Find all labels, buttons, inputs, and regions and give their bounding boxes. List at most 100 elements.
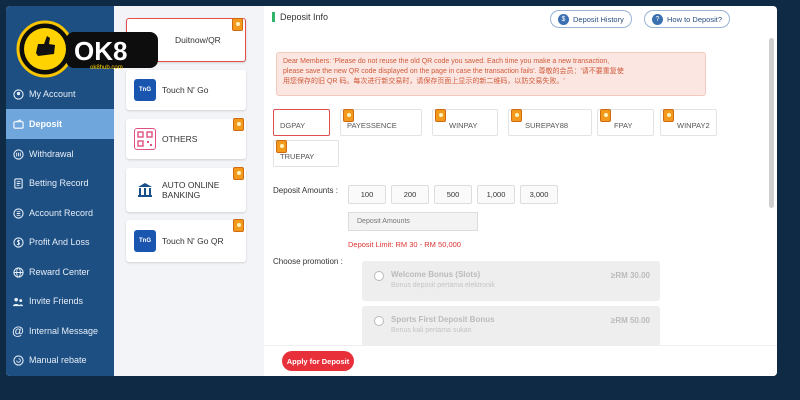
promotion-option-sports-bonus[interactable]: Sports First Deposit Bonus Bonus kali pe… [362, 306, 660, 346]
gateway-truepay[interactable]: TRUEPAY [273, 140, 339, 167]
footer-bar: Apply for Deposit [264, 345, 777, 376]
touch-n-go-logo-icon: TnG [134, 79, 156, 101]
history-icon: $ [558, 13, 569, 25]
sidebar-item-my-account[interactable]: My Account [6, 79, 114, 109]
page-title-text: Deposit Info [280, 12, 329, 22]
sidebar-item-label: Profit And Loss [29, 237, 90, 247]
deposit-info-panel: Deposit Info $ Deposit History ? How to … [264, 6, 777, 376]
gateway-label: PAYESSENCE [347, 121, 397, 130]
bars-icon [12, 148, 24, 160]
sidebar-item-betting-record[interactable]: Betting Record [6, 168, 114, 198]
globe-icon [12, 266, 24, 278]
hot-flag-icon [663, 109, 674, 122]
deposit-history-label: Deposit History [573, 14, 624, 24]
deposit-amount-label: Deposit Amounts : [273, 186, 338, 195]
deposit-amount-input[interactable] [348, 212, 478, 231]
gateway-label: TRUEPAY [280, 152, 315, 161]
promotion-subtitle: Bonus deposit pertama elektronik [391, 282, 495, 289]
hot-flag-icon [343, 109, 354, 122]
promotion-title: Welcome Bonus (Slots) [391, 270, 481, 279]
method-touch-n-go-qr[interactable]: TnG Touch N' Go QR [126, 219, 246, 262]
sidebar-item-invite-friends[interactable]: Invite Friends [6, 286, 114, 316]
promotion-radio[interactable] [374, 271, 384, 281]
gateway-label: FPAY [614, 121, 633, 130]
amount-option-3000[interactable]: 3,000 [520, 185, 558, 204]
logo-subtext: ok8hub.com [90, 65, 123, 71]
amount-option-500[interactable]: 500 [434, 185, 472, 204]
question-icon: ? [652, 13, 663, 25]
document-icon [12, 177, 24, 189]
deposit-notice: Dear Members: 'Please do not reuse the o… [276, 52, 706, 96]
page-title: Deposit Info [272, 12, 328, 22]
promotion-value: ≥RM 30.00 [610, 271, 650, 280]
deposit-window: My Account Deposit Withdrawal Betting Re… [6, 6, 777, 376]
promotion-option-welcome-bonus[interactable]: Welcome Bonus (Slots) Bonus deposit pert… [362, 261, 660, 301]
sidebar-item-manual-rebate[interactable]: Manual rebate [6, 345, 114, 375]
sidebar-item-label: Account Record [29, 208, 94, 218]
sidebar-item-internal-message[interactable]: @ Internal Message [6, 316, 114, 346]
promotion-value: ≥RM 50.00 [610, 316, 650, 325]
gateway-payessence[interactable]: PAYESSENCE [340, 109, 422, 136]
promotion-label: Choose promotion : [273, 257, 343, 266]
title-accent-bar [272, 12, 275, 22]
sidebar-item-label: Deposit [29, 119, 63, 129]
sidebar-item-label: Withdrawal [29, 149, 74, 159]
amount-option-200[interactable]: 200 [391, 185, 429, 204]
people-icon [12, 295, 24, 307]
hot-flag-icon [233, 118, 244, 131]
sidebar-item-label: My Account [29, 89, 76, 99]
sidebar-item-label: Reward Center [29, 267, 90, 277]
method-others[interactable]: OTHERS [126, 118, 246, 159]
hot-flag-icon [232, 18, 243, 31]
promotion-subtitle: Bonus kali pertama sukan [391, 327, 472, 334]
sidebar-item-profit-and-loss[interactable]: Profit And Loss [6, 227, 114, 257]
gateway-label: WINPAY [449, 121, 478, 130]
notice-line: 用您保存的旧 QR 码。每次进行新交易时，请保存页面上显示的新二维码，以防交易失… [283, 78, 565, 85]
sidebar-item-label: Manual rebate [29, 355, 87, 365]
how-to-deposit-button[interactable]: ? How to Deposit? [644, 10, 731, 28]
promotion-radio[interactable] [374, 316, 384, 326]
hot-flag-icon [511, 109, 522, 122]
promotion-title: Sports First Deposit Bonus [391, 315, 495, 324]
deposit-history-button[interactable]: $ Deposit History [550, 10, 632, 28]
method-label: Touch N' Go [162, 85, 209, 95]
apply-for-deposit-button[interactable]: Apply for Deposit [282, 351, 354, 371]
sidebar-item-account-record[interactable]: Account Record [6, 198, 114, 228]
gateway-label: DGPAY [280, 121, 306, 130]
method-label: Duitnow/QR [175, 35, 221, 45]
gateway-winpay[interactable]: WINPAY [432, 109, 498, 136]
amount-option-100[interactable]: 100 [348, 185, 386, 204]
method-auto-online-banking[interactable]: AUTO ONLINE BANKING [126, 167, 246, 212]
scrollbar[interactable] [769, 38, 774, 208]
gateway-surepay88[interactable]: SUREPAY88 [508, 109, 592, 136]
method-label: AUTO ONLINE BANKING [162, 180, 220, 200]
hot-flag-icon [600, 109, 611, 122]
notice-line: please save the new QR code displayed on… [283, 68, 624, 75]
method-label: OTHERS [162, 134, 198, 144]
method-label: Touch N' Go QR [162, 236, 224, 246]
sidebar-item-label: Betting Record [29, 178, 89, 188]
qr-code-icon [134, 128, 156, 150]
gateway-fpay[interactable]: FPAY [597, 109, 654, 136]
wallet-icon [12, 118, 24, 130]
sidebar-item-label: Invite Friends [29, 296, 84, 306]
brand-logo[interactable]: OK8 ok8hub.com [16, 20, 164, 78]
sidebar-item-withdrawal[interactable]: Withdrawal [6, 139, 114, 169]
coin-icon [12, 207, 24, 219]
at-icon: @ [12, 324, 24, 338]
amount-option-1000[interactable]: 1,000 [477, 185, 515, 204]
user-circle-icon [12, 88, 24, 100]
notice-line: Dear Members: 'Please do not reuse the o… [283, 58, 610, 65]
sidebar-item-deposit[interactable]: Deposit [6, 109, 114, 139]
refresh-icon [12, 354, 24, 366]
gateway-dgpay[interactable]: DGPAY [273, 109, 330, 136]
hot-flag-icon [233, 219, 244, 232]
gateway-label: SUREPAY88 [525, 121, 569, 130]
gateway-winpay2[interactable]: WINPAY2 [660, 109, 717, 136]
sidebar-item-reward-center[interactable]: Reward Center [6, 257, 114, 287]
dollar-icon [12, 236, 24, 248]
hot-flag-icon [233, 167, 244, 180]
touch-n-go-logo-icon: TnG [134, 230, 156, 252]
hot-flag-icon [435, 109, 446, 122]
gateway-label: WINPAY2 [677, 121, 710, 130]
